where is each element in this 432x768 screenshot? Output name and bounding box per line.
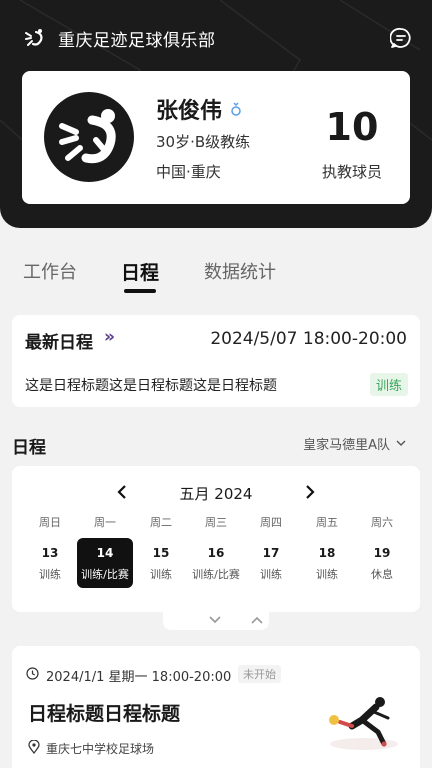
club-name: 重庆足迹足球俱乐部 <box>58 30 216 51</box>
soccer-player-illustration <box>329 697 398 750</box>
event-status-badge: 未开始 <box>238 665 281 683</box>
day-number: 18 <box>318 546 336 560</box>
day-activity: 休息 <box>371 568 393 581</box>
day-activity: 训练 <box>316 568 338 581</box>
day-number: 13 <box>41 546 59 560</box>
latest-schedule-datetime: 2024/5/07 18:00-20:00 <box>210 329 407 349</box>
coach-name: 张俊伟 <box>156 99 223 124</box>
chevron-down-icon[interactable] <box>209 616 221 624</box>
weekday-label: 周一 <box>94 516 116 529</box>
day-number: 15 <box>152 546 170 560</box>
latest-schedule-title: 最新日程 <box>25 333 93 353</box>
tab-bar: 工作台 日程 数据统计 <box>0 252 432 296</box>
day-number: 19 <box>373 546 391 560</box>
day-activity: 训练/比赛 <box>81 568 129 581</box>
calendar-day[interactable]: 18 训练 <box>299 538 355 588</box>
schedule-event-card[interactable]: 2024/1/1 星期一 18:00-20:00 未开始 日程标题日程标题 重庆… <box>12 646 420 768</box>
day-activity: 训练 <box>260 568 282 581</box>
schedule-section-title: 日程 <box>12 438 46 458</box>
weekday-label: 周日 <box>39 516 61 529</box>
calendar-day[interactable]: 19 休息 <box>354 538 410 588</box>
clock-icon <box>26 667 39 680</box>
club-logo-icon <box>25 29 43 46</box>
more-arrow-icon[interactable]: » <box>104 327 115 347</box>
weekday-label: 周五 <box>316 516 338 529</box>
calendar-expand-toggle[interactable] <box>163 610 269 630</box>
hero-header: 重庆足迹足球俱乐部 张俊伟 30岁·B级教练 中国·重庆 10 执教球员 <box>0 0 432 228</box>
chevron-right-icon[interactable] <box>302 484 318 500</box>
chat-icon[interactable] <box>390 27 412 49</box>
chevron-left-icon[interactable] <box>114 484 130 500</box>
latest-schedule-card[interactable]: 最新日程 » 2024/5/07 18:00-20:00 这是日程标题这是日程标… <box>12 315 420 407</box>
calendar-day-selected[interactable]: 14 训练/比赛 <box>77 538 133 588</box>
avatar <box>44 92 134 182</box>
player-count: 10 <box>325 105 379 149</box>
schedule-type-badge: 训练 <box>369 373 408 396</box>
calendar-day[interactable]: 13 训练 <box>22 538 78 588</box>
team-selector[interactable]: 皇家马德里A队 <box>303 434 406 453</box>
club-logo-icon <box>59 109 116 164</box>
weekday-label: 周三 <box>205 516 227 529</box>
chevron-up-icon[interactable] <box>251 616 263 624</box>
day-number: 17 <box>262 546 280 560</box>
tab-workbench[interactable]: 工作台 <box>23 258 77 284</box>
coach-location: 中国·重庆 <box>156 163 221 181</box>
event-time: 2024/1/1 星期一 18:00-20:00 <box>46 670 232 685</box>
team-selector-label: 皇家马德里A队 <box>303 438 390 453</box>
week-calendar: 五月 2024 周日 周一 周二 周三 周四 周五 周六 13 训练 14 训练… <box>12 466 420 612</box>
weekday-label: 周六 <box>371 516 393 529</box>
day-activity: 训练 <box>150 568 172 581</box>
tab-schedule[interactable]: 日程 <box>121 258 159 285</box>
event-title: 日程标题日程标题 <box>28 703 181 725</box>
day-activity: 训练 <box>39 568 61 581</box>
calendar-month: 五月 2024 <box>179 485 253 503</box>
coach-age-level: 30岁·B级教练 <box>156 133 251 151</box>
day-number: 16 <box>207 546 225 560</box>
tab-statistics[interactable]: 数据统计 <box>204 258 276 284</box>
event-location: 重庆七中学校足球场 <box>46 742 155 756</box>
location-pin-icon <box>28 740 40 754</box>
latest-schedule-description: 这是日程标题这是日程标题这是日程标题 <box>25 378 277 394</box>
calendar-day[interactable]: 17 训练 <box>243 538 299 588</box>
weekday-label: 周二 <box>150 516 172 529</box>
day-number: 14 <box>96 546 114 560</box>
male-icon <box>231 102 241 116</box>
day-activity: 训练/比赛 <box>192 568 240 581</box>
calendar-day[interactable]: 16 训练/比赛 <box>188 538 244 588</box>
chevron-down-icon <box>396 440 406 446</box>
active-tab-indicator <box>124 289 156 293</box>
top-bar: 重庆足迹足球俱乐部 <box>24 24 412 52</box>
calendar-day[interactable]: 15 训练 <box>133 538 189 588</box>
weekday-label: 周四 <box>260 516 282 529</box>
profile-card[interactable]: 张俊伟 30岁·B级教练 中国·重庆 10 执教球员 <box>22 71 410 204</box>
player-count-label: 执教球员 <box>321 163 382 181</box>
